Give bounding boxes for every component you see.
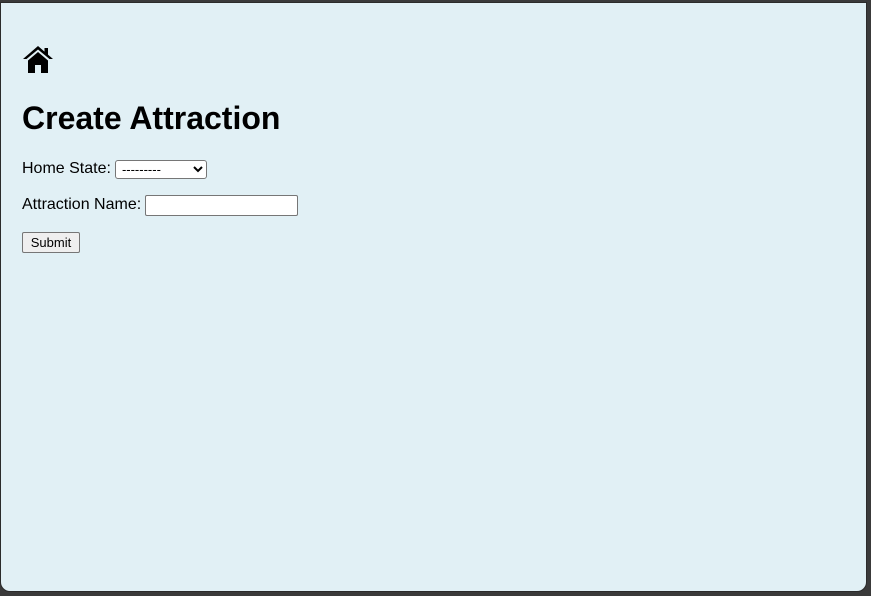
attraction-name-row: Attraction Name: <box>22 194 299 216</box>
home-state-row: Home State: --------- <box>22 158 207 180</box>
home-link[interactable] <box>22 44 54 74</box>
home-icon <box>23 46 53 73</box>
attraction-name-label: Attraction Name: <box>22 196 142 213</box>
attraction-name-input[interactable] <box>145 194 299 216</box>
home-state-label: Home State: <box>22 160 111 177</box>
page-title: Create Attraction <box>22 100 281 136</box>
home-state-select[interactable]: --------- <box>114 159 207 179</box>
submit-button[interactable]: Submit <box>22 232 80 253</box>
app-window: Create Attraction Home State: --------- … <box>0 2 867 592</box>
